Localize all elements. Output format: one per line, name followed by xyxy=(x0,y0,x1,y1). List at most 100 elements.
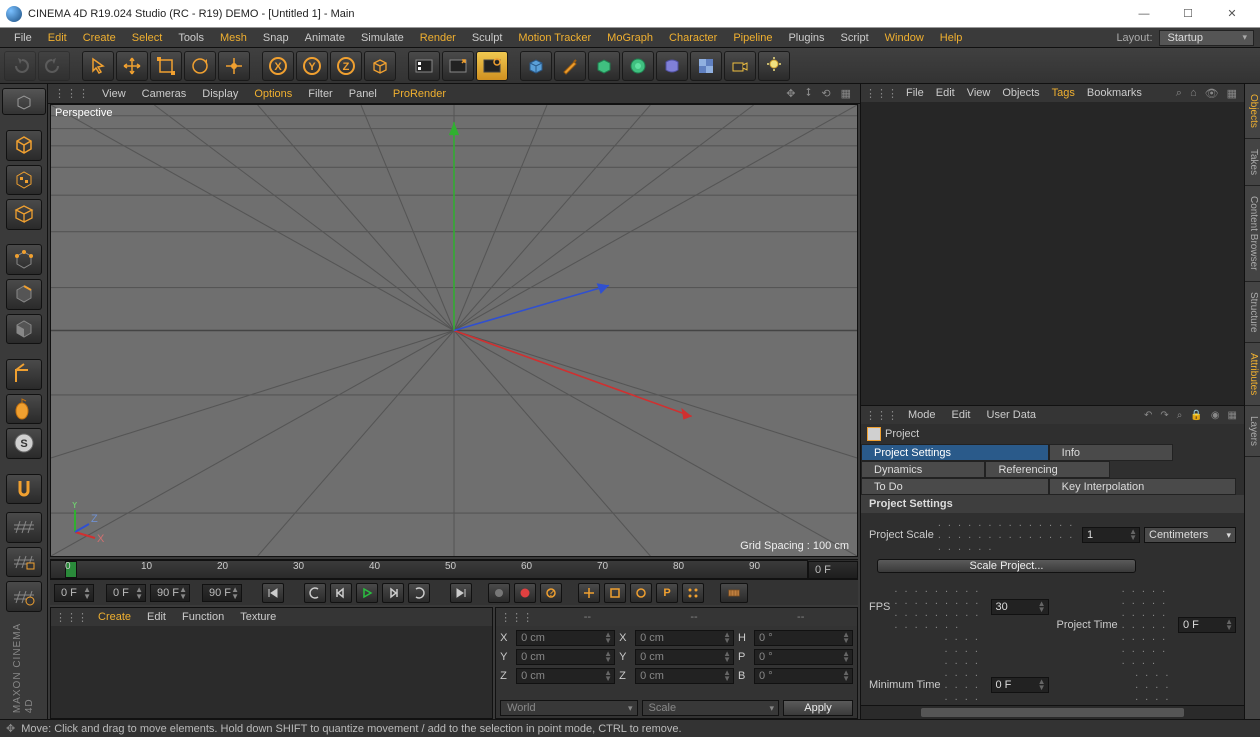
scale-project-button[interactable]: Scale Project... xyxy=(877,559,1136,573)
object-list[interactable] xyxy=(861,102,1244,405)
viewport-rotate-icon[interactable]: ⟲ xyxy=(818,87,833,100)
undo-button[interactable] xyxy=(4,51,36,81)
attr-search-icon[interactable]: ⌕ xyxy=(1174,410,1186,421)
camera-button[interactable] xyxy=(724,51,756,81)
key-rotation-toggle[interactable] xyxy=(630,583,652,603)
environment-button[interactable] xyxy=(690,51,722,81)
primitive-cube-button[interactable] xyxy=(520,51,552,81)
menu-motion-tracker[interactable]: Motion Tracker xyxy=(510,30,599,46)
viewport-solo-mode[interactable]: S xyxy=(6,428,42,459)
attr-tab-key-interpolation[interactable]: Key Interpolation xyxy=(1049,478,1237,495)
coord-pos-z[interactable]: 0 cm▲▼ xyxy=(516,668,615,684)
material-menu-create[interactable]: Create xyxy=(90,610,139,624)
modeling-button[interactable] xyxy=(622,51,654,81)
material-menu-function[interactable]: Function xyxy=(174,610,232,624)
coord-size-y[interactable]: 0 cm▲▼ xyxy=(635,649,734,665)
project-scale-unit-dropdown[interactable]: Centimeters xyxy=(1144,527,1236,543)
current-frame-field[interactable]: 0 F▲▼ xyxy=(54,584,94,602)
material-menu-edit[interactable]: Edit xyxy=(139,610,174,624)
viewport-menu-view[interactable]: View xyxy=(94,86,134,102)
light-button[interactable] xyxy=(758,51,790,81)
deformer-button[interactable] xyxy=(656,51,688,81)
menu-tools[interactable]: Tools xyxy=(170,30,212,46)
workplane-mode[interactable] xyxy=(6,199,42,230)
om-search-icon[interactable]: ⌕ xyxy=(1173,87,1185,100)
viewport-layout-icon[interactable]: ▦ xyxy=(838,87,854,100)
minimize-button[interactable]: — xyxy=(1122,0,1166,28)
layout-dropdown[interactable]: Startup xyxy=(1159,30,1254,46)
side-tab-layers[interactable]: Layers xyxy=(1245,406,1260,457)
record-keyframe-button[interactable] xyxy=(488,583,510,603)
menu-plugins[interactable]: Plugins xyxy=(780,30,832,46)
attr-tab-dynamics[interactable]: Dynamics xyxy=(861,461,985,478)
point-mode[interactable] xyxy=(6,244,42,275)
menu-file[interactable]: File xyxy=(6,30,40,46)
close-button[interactable]: ✕ xyxy=(1210,0,1254,28)
attr-menu-edit[interactable]: Edit xyxy=(944,408,979,422)
om-menu-edit[interactable]: Edit xyxy=(930,86,961,100)
viewport-move-icon[interactable]: ✥ xyxy=(783,87,798,100)
coord-size-z[interactable]: 0 cm▲▼ xyxy=(635,668,734,684)
grip-icon[interactable]: ⋮⋮⋮ xyxy=(55,611,88,624)
om-layout-icon[interactable]: ▦ xyxy=(1224,87,1240,100)
key-scale-toggle[interactable] xyxy=(604,583,626,603)
prev-frame-button[interactable] xyxy=(330,583,352,603)
coord-rot-b[interactable]: 0 °▲▼ xyxy=(754,668,853,684)
coords-scale-dropdown[interactable]: Scale xyxy=(642,700,779,716)
workplane-grid[interactable] xyxy=(6,512,42,543)
snap-toggle[interactable] xyxy=(6,474,42,505)
menu-help[interactable]: Help xyxy=(932,30,971,46)
timeline[interactable]: 0102030405060708090 0 F xyxy=(50,559,858,579)
animation-mode-button[interactable] xyxy=(720,583,748,603)
last-tool[interactable] xyxy=(218,51,250,81)
project-time-field[interactable]: 0 F▲▼ xyxy=(1178,617,1236,633)
grip-icon[interactable]: ⋮⋮⋮ xyxy=(865,87,898,100)
coord-pos-y[interactable]: 0 cm▲▼ xyxy=(516,649,615,665)
om-menu-bookmarks[interactable]: Bookmarks xyxy=(1081,86,1148,100)
coords-space-dropdown[interactable]: World xyxy=(500,700,637,716)
menu-simulate[interactable]: Simulate xyxy=(353,30,412,46)
attr-menu-user-data[interactable]: User Data xyxy=(979,408,1045,422)
texture-mode[interactable] xyxy=(6,165,42,196)
axis-mode[interactable] xyxy=(6,359,42,390)
menu-mograph[interactable]: MoGraph xyxy=(599,30,661,46)
range-to-field[interactable]: 90 F▲▼ xyxy=(150,584,190,602)
y-axis-toggle[interactable]: Y xyxy=(296,51,328,81)
tweak-mode[interactable] xyxy=(6,394,42,425)
key-parameter-toggle[interactable]: P xyxy=(656,583,678,603)
next-frame-button[interactable] xyxy=(382,583,404,603)
coord-rot-h[interactable]: 0 °▲▼ xyxy=(754,630,853,646)
menu-window[interactable]: Window xyxy=(877,30,932,46)
attr-tab-info[interactable]: Info xyxy=(1049,444,1173,461)
om-eye-icon[interactable]: 👁 xyxy=(1202,87,1222,100)
side-tab-content-browser[interactable]: Content Browser xyxy=(1245,186,1260,281)
menu-mesh[interactable]: Mesh xyxy=(212,30,255,46)
render-view-button[interactable] xyxy=(408,51,440,81)
project-scale-field[interactable]: 1▲▼ xyxy=(1082,527,1140,543)
key-pla-toggle[interactable] xyxy=(682,583,704,603)
viewport-menu-options[interactable]: Options xyxy=(246,86,300,102)
menu-animate[interactable]: Animate xyxy=(297,30,353,46)
attr-layout-icon[interactable]: ▦ xyxy=(1225,410,1240,421)
attr-menu-mode[interactable]: Mode xyxy=(900,408,944,422)
material-menu-texture[interactable]: Texture xyxy=(232,610,284,624)
om-menu-file[interactable]: File xyxy=(900,86,930,100)
planar-workplane[interactable] xyxy=(6,581,42,612)
coord-system-toggle[interactable] xyxy=(364,51,396,81)
coord-size-x[interactable]: 0 cm▲▼ xyxy=(635,630,734,646)
render-settings-button[interactable] xyxy=(476,51,508,81)
key-position-toggle[interactable] xyxy=(578,583,600,603)
autokey-button[interactable] xyxy=(514,583,536,603)
frame-field[interactable]: 90 F▲▼ xyxy=(202,584,242,602)
generator-button[interactable] xyxy=(588,51,620,81)
menu-character[interactable]: Character xyxy=(661,30,725,46)
x-axis-toggle[interactable]: X xyxy=(262,51,294,81)
side-tab-objects[interactable]: Objects xyxy=(1245,84,1260,139)
timeline-ruler[interactable]: 0102030405060708090 xyxy=(50,560,808,579)
menu-select[interactable]: Select xyxy=(124,30,171,46)
min-time-field[interactable]: 0 F▲▼ xyxy=(991,677,1049,693)
locked-workplane[interactable] xyxy=(6,547,42,578)
menu-edit[interactable]: Edit xyxy=(40,30,75,46)
goto-start-button[interactable] xyxy=(262,583,284,603)
menu-create[interactable]: Create xyxy=(75,30,124,46)
